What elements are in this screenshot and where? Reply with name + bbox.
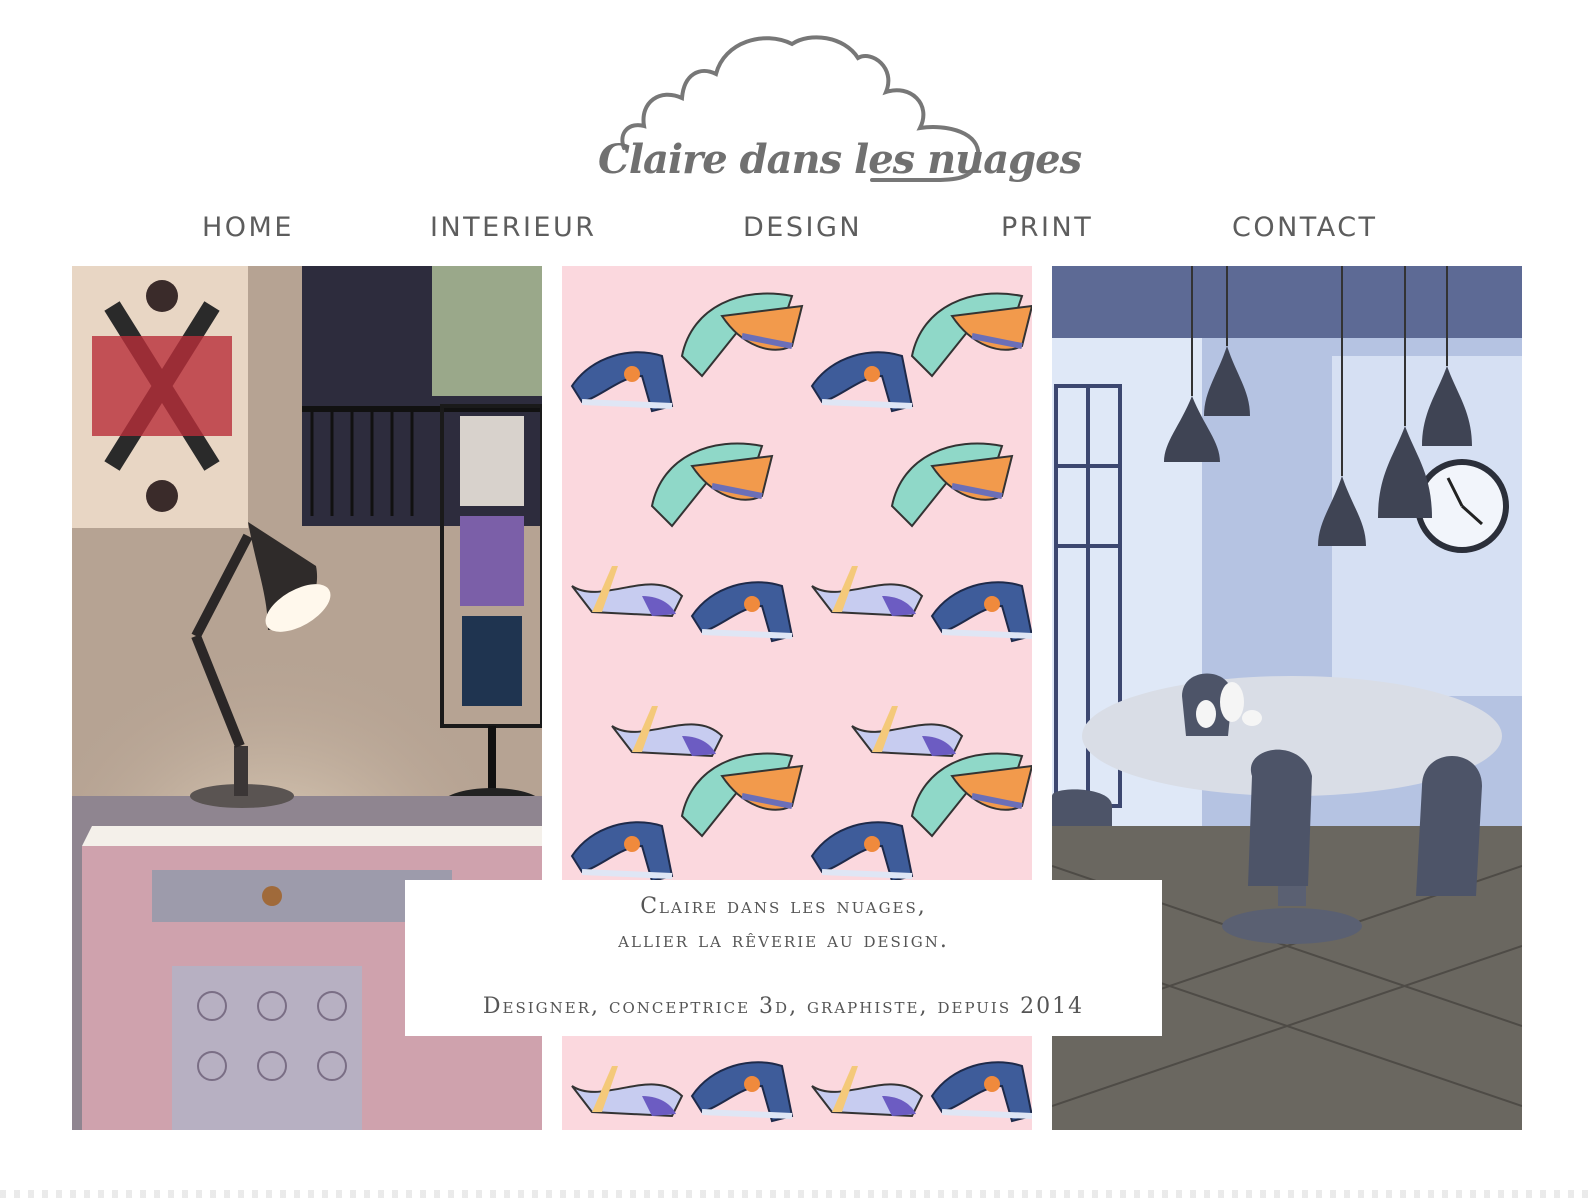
nav-item-interieur[interactable]: INTERIEUR <box>430 212 597 243</box>
nav-item-print[interactable]: PRINT <box>1001 212 1093 243</box>
tagline-line-1: Claire dans les nuages, <box>640 894 927 919</box>
nav-item-design[interactable]: DESIGN <box>743 212 862 243</box>
page-bottom-border <box>0 1190 1590 1198</box>
tagline-box: Claire dans les nuages, allier la rêveri… <box>405 880 1162 1036</box>
logo-text: Claire dans les nuages <box>598 136 1082 183</box>
tagline-line-3: Designer, conceptrice 3d, graphiste, dep… <box>482 994 1085 1019</box>
nav-item-contact[interactable]: CONTACT <box>1232 212 1378 243</box>
nav-item-home[interactable]: HOME <box>202 212 294 243</box>
main-nav: HOME INTERIEUR DESIGN PRINT CONTACT <box>0 212 1590 252</box>
tagline-line-2: allier la rêverie au design. <box>618 928 949 953</box>
site-logo[interactable]: Claire dans les nuages <box>596 28 1082 198</box>
